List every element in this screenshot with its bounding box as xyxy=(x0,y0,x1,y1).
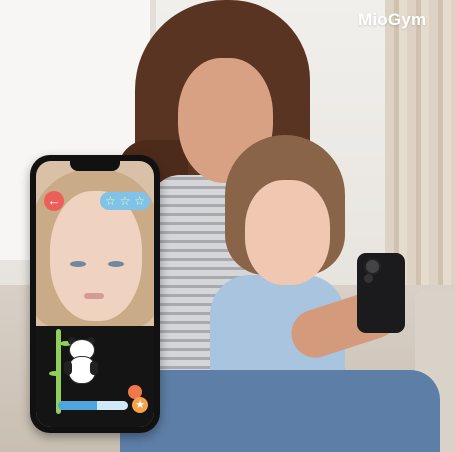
phone-mockup: ← ☆ ☆ ☆ ★ xyxy=(30,155,160,433)
star-outline-icon: ☆ xyxy=(134,194,146,208)
progress-bar xyxy=(58,401,128,410)
kid-eye xyxy=(108,261,124,267)
kid-mouth xyxy=(84,293,104,299)
arrow-left-icon: ← xyxy=(47,193,61,208)
kid-eye xyxy=(70,261,86,267)
camera-lens xyxy=(364,258,381,275)
panda-arm xyxy=(90,361,98,375)
phone-notch xyxy=(70,161,120,171)
bamboo-leaf xyxy=(49,371,61,376)
camera-lens xyxy=(364,274,373,283)
jeans xyxy=(120,370,440,452)
phone-screen: ← ☆ ☆ ☆ ★ xyxy=(36,161,154,427)
star-badge-icon: ★ xyxy=(132,397,148,413)
progress-fill xyxy=(58,401,97,410)
kid-face xyxy=(50,191,142,321)
brand-logo[interactable]: MioGym xyxy=(358,10,426,30)
girl-face xyxy=(245,180,330,285)
star-outline-icon: ☆ xyxy=(104,194,116,208)
panda-arm xyxy=(64,361,72,375)
panda-icon xyxy=(64,337,98,385)
star-outline-icon: ☆ xyxy=(119,194,131,208)
back-button[interactable]: ← xyxy=(44,191,64,211)
stars-rating: ☆ ☆ ☆ xyxy=(100,192,150,210)
